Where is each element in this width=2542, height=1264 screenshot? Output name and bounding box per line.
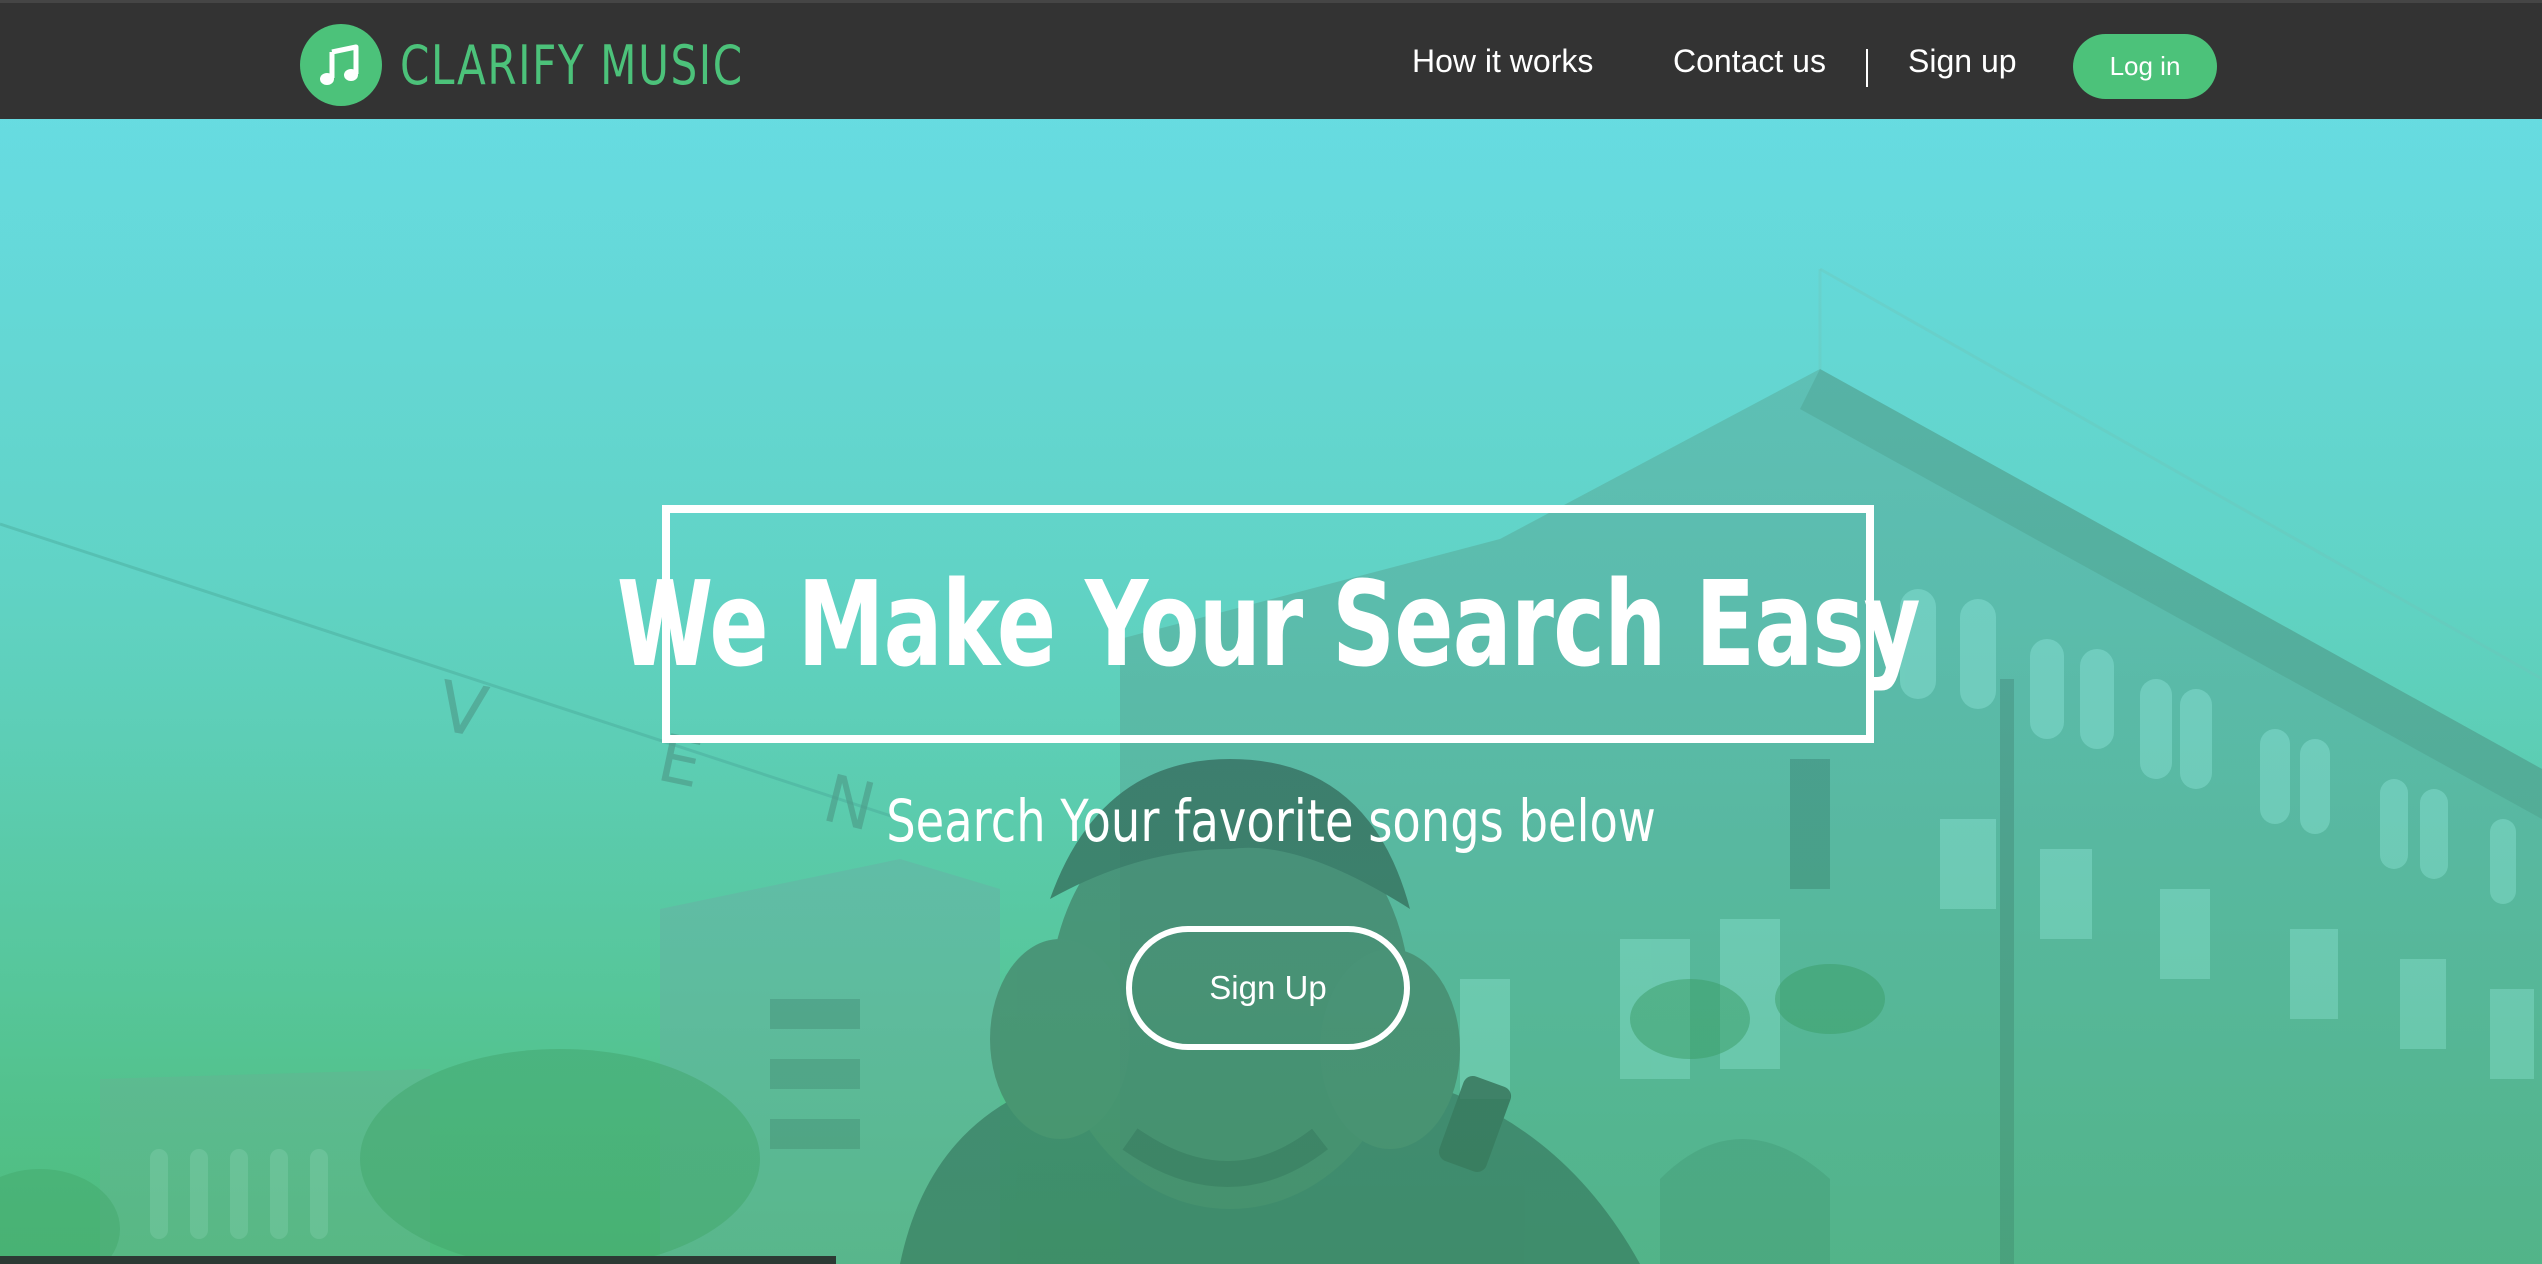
nav-sign-up-link[interactable]: Sign up bbox=[1908, 43, 2017, 80]
headline-frame: We Make Your Search Easy bbox=[617, 505, 1920, 743]
brand-logo[interactable]: CLARIFY MUSIC bbox=[300, 24, 841, 106]
nav-divider bbox=[1866, 49, 1868, 87]
hero-subtitle-text: Search Your favorite songs below bbox=[886, 787, 1656, 855]
landing-page: CLARIFY MUSIC How it works Contact us Si… bbox=[0, 0, 2542, 1264]
top-navbar: CLARIFY MUSIC How it works Contact us Si… bbox=[0, 0, 2542, 119]
brand-name: CLARIFY MUSIC bbox=[400, 33, 744, 97]
hero-sign-up-button[interactable]: Sign Up bbox=[1126, 926, 1410, 1050]
login-button[interactable]: Log in bbox=[2073, 34, 2217, 99]
bottom-edge-bar bbox=[0, 1256, 836, 1264]
hero-section: V E N bbox=[0, 119, 2542, 1264]
nav-how-it-works-link[interactable]: How it works bbox=[1412, 43, 1593, 80]
nav-contact-us-link[interactable]: Contact us bbox=[1673, 43, 1826, 80]
music-note-icon bbox=[300, 24, 382, 106]
hero-headline: We Make Your Search Easy bbox=[616, 555, 1921, 693]
hero-subtitle: Search Your favorite songs below bbox=[0, 787, 2542, 855]
